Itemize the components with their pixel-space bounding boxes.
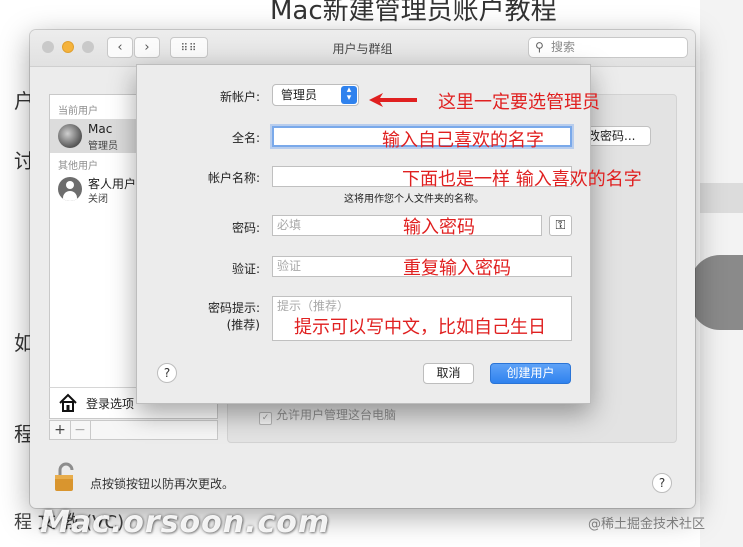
password-assistant-button[interactable]: ⚿ — [549, 215, 572, 236]
avatar — [58, 124, 82, 148]
account-type-value: 管理员 — [281, 88, 318, 102]
annotation-full-name: 输入自己喜欢的名字 — [382, 130, 544, 151]
key-icon: ⚿ — [555, 218, 566, 233]
add-user-button[interactable]: + — [50, 421, 71, 439]
background-heading: Mac新建管理员账户教程 — [270, 0, 557, 26]
house-icon — [59, 393, 77, 412]
search-placeholder: 搜索 — [551, 40, 576, 54]
annotation-verify: 重复输入密码 — [403, 258, 511, 279]
password-hint-placeholder: 提示（推荐） — [277, 299, 350, 313]
other-users-header: 其他用户 — [58, 161, 98, 172]
verify-placeholder: 验证 — [277, 259, 302, 273]
password-hint-label: 密码提示: — [207, 301, 260, 315]
checkmark-icon: ✓ — [259, 412, 272, 425]
help-button[interactable]: ? — [652, 473, 672, 493]
account-type-popup[interactable]: 管理员 ▴ ▾ — [272, 84, 359, 106]
lock-message: 点按锁按钮以防再次更改。 — [90, 477, 235, 491]
annotation-hint: 提示可以写中文，比如自己生日 — [294, 317, 546, 338]
site-watermark: Mac.orsoon.com — [40, 505, 331, 540]
new-account-sheet: 新帐户: 管理员 ▴ ▾ 全名: 帐户名称: 这将用作您个人文件夹的名称。 密码:… — [136, 64, 591, 404]
allow-admin-checkbox[interactable]: ✓ 允许用户管理这台电脑 — [259, 406, 396, 425]
add-remove-bar: + − — [49, 420, 218, 440]
annotation-select-admin: 这里一定要选管理员 — [438, 92, 600, 113]
sheet-help-button[interactable]: ? — [157, 363, 177, 383]
user-role: 关闭 — [88, 194, 108, 205]
guest-avatar-icon — [58, 177, 82, 201]
source-watermark: @稀土掘金技术社区 — [588, 517, 706, 532]
account-name-label: 帐户名称: — [207, 171, 260, 185]
annotation-password: 输入密码 — [403, 217, 475, 238]
title-bar: ‹ › ⠿⠿ 用户与群组 ⚲ 搜索 — [30, 30, 695, 67]
change-password-button[interactable]: 改密码... — [583, 126, 651, 146]
current-users-header: 当前用户 — [58, 106, 98, 117]
user-role: 管理员 — [88, 141, 118, 152]
background-block — [700, 183, 743, 213]
search-icon: ⚲ — [535, 40, 544, 54]
new-account-label: 新帐户: — [219, 90, 260, 104]
create-user-button[interactable]: 创建用户 — [490, 363, 571, 384]
full-name-label: 全名: — [231, 131, 260, 145]
user-name: Mac — [88, 122, 113, 136]
annotation-account-name: 下面也是一样 输入喜欢的名字 — [402, 169, 642, 190]
password-placeholder: 必填 — [277, 218, 302, 232]
login-options-label: 登录选项 — [86, 397, 135, 411]
password-hint-sublabel: (推荐) — [226, 318, 260, 332]
red-arrow-icon — [369, 93, 417, 107]
password-label: 密码: — [231, 221, 260, 235]
search-input[interactable]: ⚲ 搜索 — [528, 37, 688, 58]
background-photo — [690, 255, 743, 330]
verify-label: 验证: — [231, 262, 260, 276]
remove-user-button[interactable]: − — [70, 421, 91, 439]
account-name-hint: 这将用作您个人文件夹的名称。 — [344, 194, 484, 205]
cancel-button[interactable]: 取消 — [423, 363, 474, 384]
allow-admin-label: 允许用户管理这台电脑 — [276, 408, 397, 422]
chevron-updown-icon: ▴ ▾ — [341, 86, 357, 104]
lock-icon[interactable] — [54, 461, 78, 493]
